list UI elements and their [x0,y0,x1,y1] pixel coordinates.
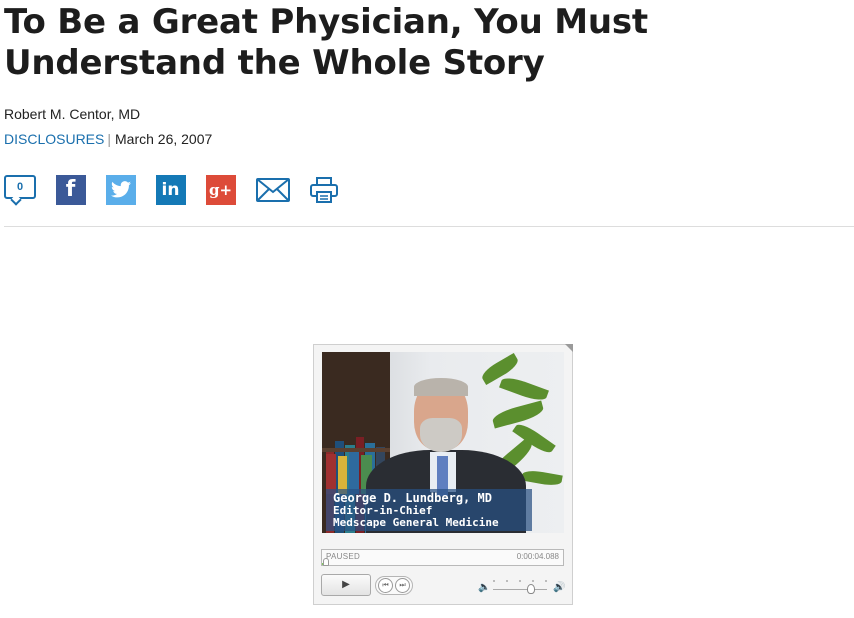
twitter-icon [105,174,136,205]
article-meta: DISCLOSURES | March 26, 2007 [4,131,212,147]
comment-button[interactable]: 0 [4,175,37,206]
player-corner [565,344,573,352]
caption-org: Medscape General Medicine [333,516,499,529]
progress-bar[interactable]: PAUSED 0:00:04.088 [321,549,564,566]
volume-slider[interactable] [493,589,547,590]
play-icon: ▶ [342,579,350,590]
print-button[interactable] [309,174,339,205]
previous-icon: ⏮ [382,582,389,589]
next-icon: ⏭ [399,582,406,589]
comment-count: 0 [4,175,36,199]
author-name[interactable]: Robert M. Centor, MD [4,106,140,122]
caption-name: George D. Lundberg, MD [333,491,492,505]
progress-handle[interactable] [323,558,329,566]
facebook-share-button[interactable]: f [55,174,86,205]
playback-status: PAUSED [326,552,361,561]
email-share-button[interactable] [255,174,291,205]
volume-low-icon[interactable]: 🔈 [478,582,490,593]
volume-ticks [493,580,547,584]
meta-separator: | [107,131,111,147]
previous-button[interactable]: ⏮ [378,578,393,593]
facebook-icon: f [55,174,86,205]
video-player: George D. Lundberg, MD Editor-in-Chief M… [313,344,573,605]
linkedin-icon: in [155,174,186,205]
play-button[interactable]: ▶ [321,574,371,596]
track-nav-group: ⏮ ⏭ [375,576,413,595]
google-plus-icon: g+ [205,174,236,205]
video-caption: George D. Lundberg, MD Editor-in-Chief M… [326,489,532,531]
google-plus-share-button[interactable]: g+ [205,174,236,205]
twitter-share-button[interactable] [105,174,136,205]
disclosures-link[interactable]: DISCLOSURES [4,131,104,147]
volume-handle[interactable] [526,584,535,594]
header-divider [4,226,854,227]
publish-date: March 26, 2007 [115,131,213,147]
volume-high-icon[interactable]: 🔊 [553,582,565,593]
playback-time: 0:00:04.088 [516,552,559,561]
article-title: To Be a Great Physician, You Must Unders… [4,2,648,83]
linkedin-share-button[interactable]: in [155,174,186,205]
print-icon [310,176,338,203]
email-icon [256,177,290,202]
video-frame[interactable]: George D. Lundberg, MD Editor-in-Chief M… [322,352,564,533]
next-button[interactable]: ⏭ [395,578,410,593]
